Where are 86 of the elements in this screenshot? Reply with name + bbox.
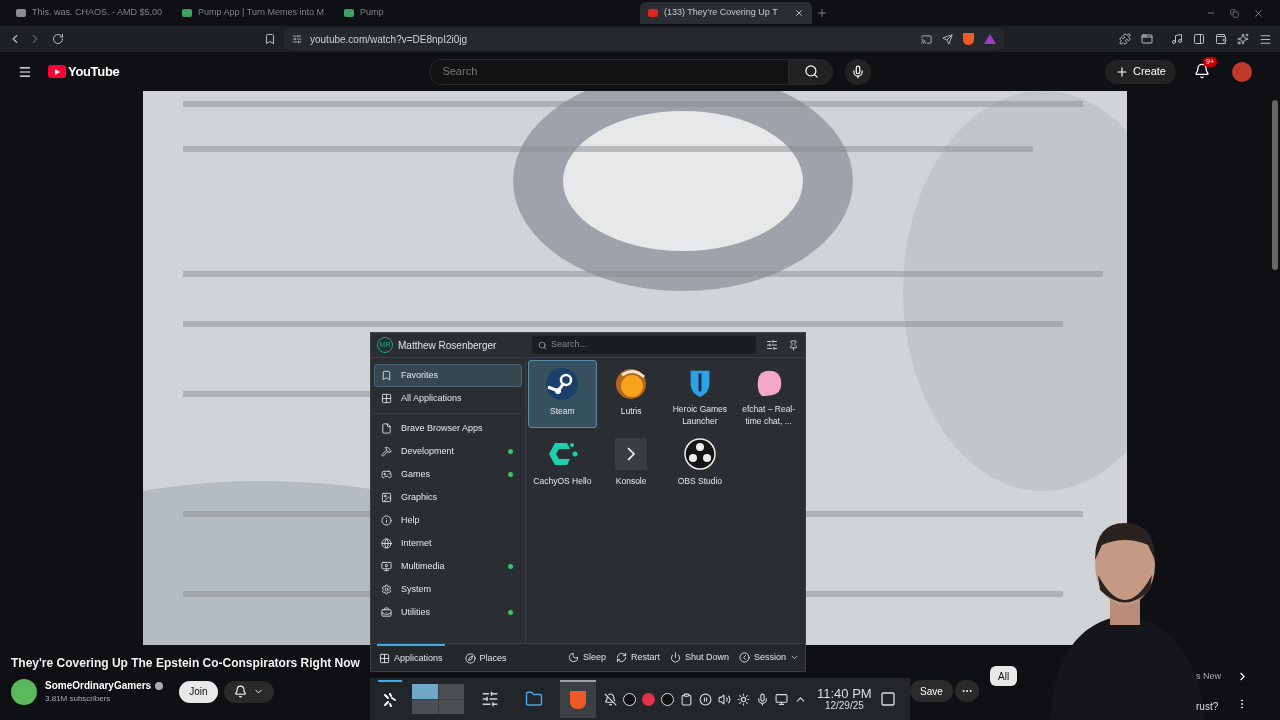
compass-icon xyxy=(464,653,476,664)
chevron-down-icon xyxy=(790,653,799,662)
verified-icon xyxy=(155,681,164,690)
sidebar-icon[interactable] xyxy=(1193,33,1205,45)
launcher-tab[interactable]: Applications xyxy=(377,644,445,671)
bookmark-icon[interactable] xyxy=(264,33,276,45)
power-action-button[interactable]: Restart xyxy=(615,650,660,665)
youtube-logo-icon[interactable] xyxy=(48,65,66,78)
tab-title: Pump xyxy=(359,6,384,20)
more-button[interactable] xyxy=(955,680,979,702)
reload-icon[interactable] xyxy=(52,33,64,45)
search-placeholder: Search xyxy=(442,64,478,80)
clipboard-icon[interactable] xyxy=(680,692,693,706)
chevron-left-icon xyxy=(738,652,750,663)
display-icon[interactable] xyxy=(775,692,788,706)
channel-avatar[interactable] xyxy=(11,678,37,705)
voice-search-button[interactable] xyxy=(845,58,872,85)
brightness-icon[interactable] xyxy=(737,692,750,706)
bell-icon[interactable] xyxy=(1194,62,1210,79)
tab-title: Pump App | Turn Memes into M xyxy=(198,6,324,20)
power-action-button[interactable]: Sleep xyxy=(567,650,606,665)
wallet-icon[interactable] xyxy=(1215,33,1227,45)
menu-icon[interactable] xyxy=(18,64,32,79)
microphone-icon[interactable] xyxy=(756,692,769,706)
volume-icon[interactable] xyxy=(718,692,731,706)
close-icon[interactable] xyxy=(793,8,804,18)
avatar[interactable] xyxy=(1232,61,1252,82)
search-icon xyxy=(803,64,819,79)
plus-icon xyxy=(1114,64,1129,79)
search-button[interactable] xyxy=(789,58,834,85)
channel-name[interactable]: SomeOrdinaryGamers xyxy=(45,678,152,693)
power-action-button[interactable]: Shut Down xyxy=(669,650,729,665)
brave-shield-icon[interactable] xyxy=(963,33,974,45)
power-icon xyxy=(669,652,681,663)
launcher-tab[interactable]: Places xyxy=(462,644,509,671)
browser-tab[interactable]: Pump xyxy=(335,2,486,24)
new-tab-icon[interactable] xyxy=(815,7,828,19)
subscriber-count: 3.81M subscribers xyxy=(45,693,112,705)
sliders-icon xyxy=(481,690,499,708)
address-bar[interactable]: youtube.com/watch?v=DE8npI2i0jg xyxy=(284,28,1004,50)
tab-favicon-icon xyxy=(647,9,658,17)
sparkle-icon[interactable] xyxy=(1237,33,1249,45)
rewards-triangle-icon[interactable] xyxy=(984,34,996,44)
tab-favicon-icon xyxy=(16,9,26,17)
virtual-desktop-pager[interactable] xyxy=(412,684,464,714)
video-title: rust? xyxy=(1196,700,1219,714)
bell-off-icon[interactable] xyxy=(604,692,617,706)
filter-chip[interactable]: All xyxy=(990,666,1018,686)
clock-time[interactable]: 11:40 PM xyxy=(817,687,872,700)
tab-title: (133) They’re Covering Up T xyxy=(663,6,778,20)
tab-favicon-icon xyxy=(182,9,193,17)
send-icon[interactable] xyxy=(942,33,953,45)
url-text: youtube.com/watch?v=DE8npI2i0jg xyxy=(310,32,468,47)
browser-tab[interactable]: (133) They’re Covering Up T xyxy=(639,2,812,24)
site-settings-icon[interactable] xyxy=(292,34,302,44)
microphone-icon xyxy=(851,64,866,79)
task-button[interactable] xyxy=(560,680,596,718)
pause-icon[interactable] xyxy=(699,692,712,706)
moon-icon xyxy=(567,652,579,663)
browser-tab[interactable]: This. was. CHAOS. - AMD $5,00 xyxy=(8,2,171,24)
create-button[interactable]: Create xyxy=(1104,59,1176,84)
filter-chip[interactable]: s New xyxy=(1196,670,1221,684)
tab-title: This. was. CHAOS. - AMD $5,00 xyxy=(32,6,163,20)
tab-search-icon[interactable] xyxy=(1141,33,1153,45)
grid-icon xyxy=(379,653,390,664)
clock-date[interactable]: 12/29/25 xyxy=(824,701,864,711)
save-button[interactable]: Save xyxy=(910,680,953,702)
notification-bell-button[interactable] xyxy=(223,680,274,703)
extensions-icon[interactable] xyxy=(1119,33,1131,45)
join-button[interactable]: Join xyxy=(179,680,218,703)
browser-tab[interactable]: Pump App | Turn Memes into M xyxy=(174,2,332,24)
power-action-button[interactable]: Session xyxy=(738,650,799,665)
folder-icon xyxy=(525,690,543,708)
scrollbar[interactable] xyxy=(1272,100,1278,270)
video-title: They're Covering Up The Epstein Co-Conspirators Right Now xyxy=(11,655,360,672)
tab-favicon-icon xyxy=(343,9,354,17)
music-icon[interactable] xyxy=(1171,33,1183,45)
launcher-icon[interactable] xyxy=(382,692,398,708)
show-desktop-icon[interactable] xyxy=(879,691,896,707)
cast-icon[interactable] xyxy=(921,33,932,45)
bell-icon xyxy=(233,685,247,698)
search-field[interactable]: Search xyxy=(429,58,790,85)
refresh-icon xyxy=(615,652,627,663)
close-icon[interactable] xyxy=(1253,7,1264,19)
youtube-logo-text[interactable]: YouTube xyxy=(68,61,120,82)
menu-icon[interactable] xyxy=(1259,32,1272,46)
